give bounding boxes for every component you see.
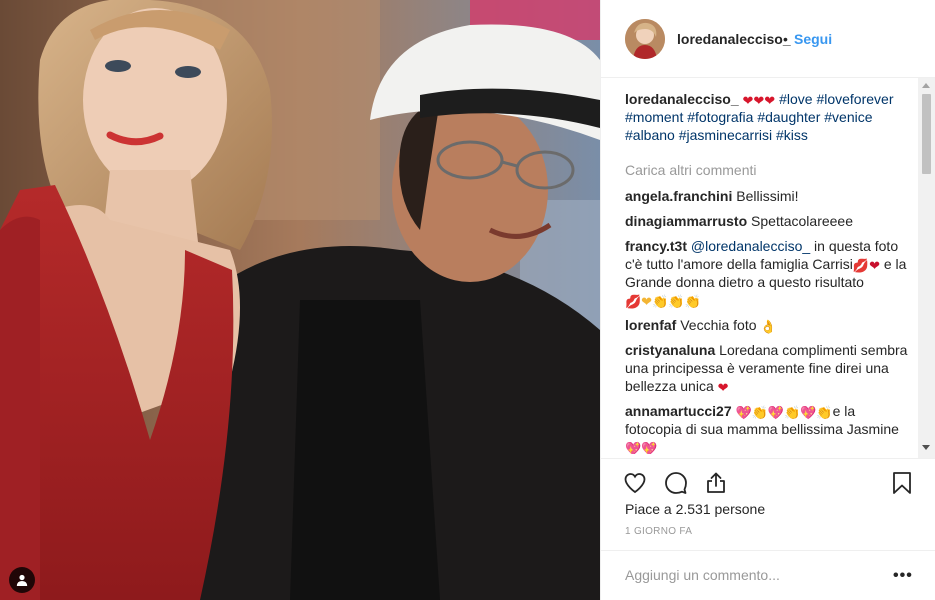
comment-text: Spettacolareeee [751, 213, 853, 229]
comment-text: Vecchia foto [680, 317, 757, 333]
comment-emoji: 💖💖 [625, 441, 658, 455]
comment-item: angela.franchini Bellissimi! [625, 187, 915, 205]
caption-username[interactable]: loredanalecciso_ [625, 91, 739, 107]
post-timestamp[interactable]: 1 GIORNO FA [625, 526, 692, 537]
action-bar [601, 458, 935, 504]
comment-username[interactable]: lorenfaf [625, 317, 676, 333]
comment-emoji: 💋❤👏👏👏 [625, 294, 701, 309]
hashtag-daughter[interactable]: #daughter [757, 109, 820, 125]
scroll-up-arrow-icon[interactable] [922, 83, 930, 88]
caption-hearts: ❤❤❤ [742, 93, 776, 108]
comment-username[interactable]: dinagiammarrusto [625, 213, 747, 229]
comment-emoji: 💋❤ [852, 258, 880, 273]
post-photo[interactable] [0, 0, 600, 600]
follow-button[interactable]: Segui [794, 31, 832, 47]
tagged-users-button[interactable] [9, 567, 35, 593]
heart-outline-icon [624, 473, 646, 494]
post-caption: loredanalecciso_ ❤❤❤ #love #loveforever … [625, 90, 915, 144]
comment-item: lorenfaf Vecchia foto 👌 [625, 316, 915, 334]
hashtag-moment[interactable]: #moment [625, 109, 683, 125]
comment-emoji: ❤ [717, 380, 729, 395]
add-comment-section: ••• [601, 550, 935, 600]
comment-item: francy.t3t @loredanalecciso_ in questa f… [625, 237, 915, 309]
comment-mention[interactable]: @loredanalecciso_ [691, 238, 810, 254]
add-comment-input[interactable] [625, 565, 885, 585]
header-username[interactable]: loredanalecciso_ [677, 31, 791, 47]
comment-text: Bellissimi! [736, 188, 799, 204]
scroll-thumb[interactable] [922, 94, 931, 174]
hashtag-loveforever[interactable]: #loveforever [816, 91, 893, 107]
hashtag-albano[interactable]: #albano [625, 127, 675, 143]
comment-username[interactable]: angela.franchini [625, 188, 732, 204]
comment-item: dinagiammarrusto Spettacolareeee [625, 212, 915, 230]
comment-button[interactable] [662, 469, 690, 497]
header-separator: • [783, 31, 788, 47]
comment-username[interactable]: francy.t3t [625, 238, 687, 254]
avatar[interactable] [625, 19, 665, 59]
hashtag-jasminecarrisi[interactable]: #jasminecarrisi [679, 127, 772, 143]
hashtag-fotografia[interactable]: #fotografia [687, 109, 753, 125]
hashtag-love[interactable]: #love [779, 91, 812, 107]
likes-count[interactable]: Piace a 2.531 persone [625, 501, 765, 517]
bookmark-icon [893, 472, 911, 494]
user-icon [16, 574, 28, 586]
share-icon [707, 472, 725, 493]
more-options-button[interactable]: ••• [893, 567, 913, 585]
photo-illustration [0, 0, 600, 600]
comment-item: annamartucci27 💖👏💖👏💖👏e la fotocopia di s… [625, 402, 915, 454]
scroll-down-arrow-icon[interactable] [922, 445, 930, 450]
post-side-panel: loredanalecciso_ • Segui loredanalecciso… [600, 0, 935, 600]
hashtag-venice[interactable]: #venice [824, 109, 872, 125]
comment-item: cristyanaluna Loredana complimenti sembr… [625, 341, 915, 395]
share-button[interactable] [702, 469, 730, 497]
comment-emoji: 💖👏💖👏💖👏 [735, 405, 833, 420]
avatar-image [625, 19, 665, 59]
hashtag-kiss[interactable]: #kiss [776, 127, 808, 143]
like-button[interactable] [621, 469, 649, 497]
comments-scrollbar[interactable] [918, 78, 935, 458]
load-more-comments-button[interactable]: Carica altri commenti [625, 161, 915, 179]
comment-bubble-icon [665, 472, 687, 494]
comments-list: loredanalecciso_ ❤❤❤ #love #loveforever … [625, 86, 915, 454]
post-header: loredanalecciso_ • Segui [601, 0, 935, 78]
comment-emoji: 👌 [760, 319, 777, 334]
save-button[interactable] [888, 469, 916, 497]
comment-username[interactable]: annamartucci27 [625, 403, 732, 419]
comment-username[interactable]: cristyanaluna [625, 342, 715, 358]
